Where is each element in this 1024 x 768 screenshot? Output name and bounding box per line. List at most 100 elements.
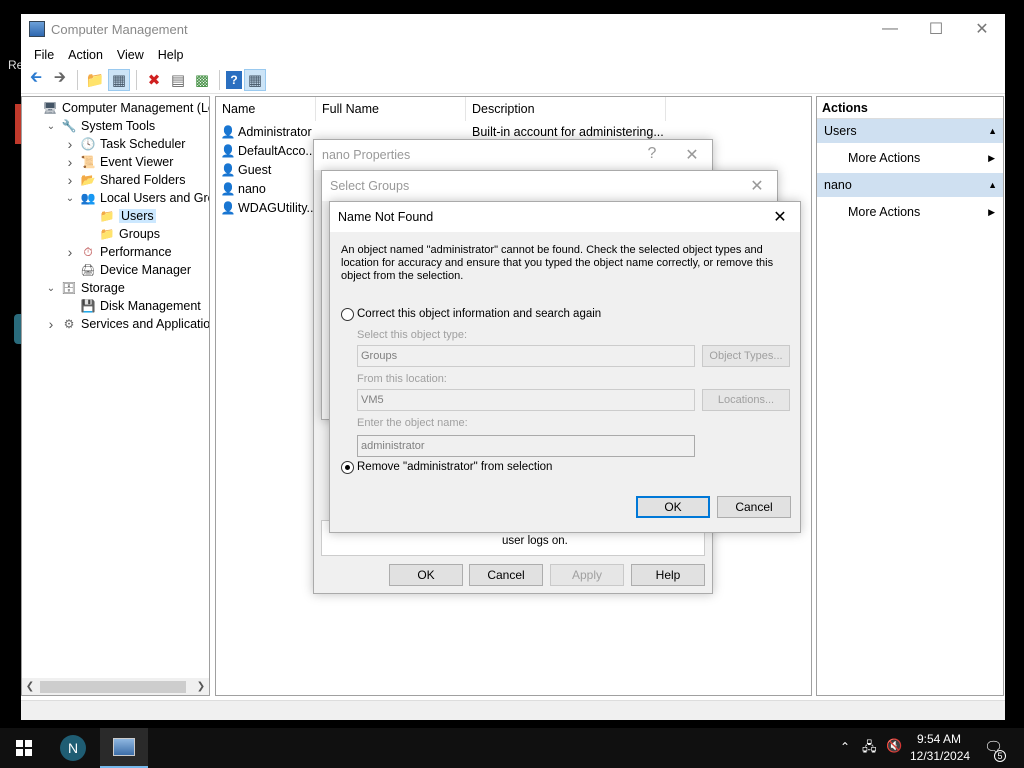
- tree-node[interactable]: ⌄ 🔧 System Tools: [45, 117, 155, 135]
- user-name-cell: WDAGUtility...: [238, 200, 317, 215]
- remove-object-radio[interactable]: [341, 461, 354, 474]
- chevron-down-icon[interactable]: ⌄: [45, 283, 57, 294]
- column-header-description[interactable]: Description: [466, 97, 666, 121]
- tree-node[interactable]: › 📂 Shared Folders: [64, 171, 186, 189]
- actions-section-users[interactable]: Users ▲: [817, 119, 1003, 143]
- tree-node-label: Services and Applications: [81, 317, 210, 331]
- user-icon: 👤: [220, 181, 236, 196]
- close-icon[interactable]: ✕: [760, 207, 800, 227]
- menu-help[interactable]: Help: [151, 48, 191, 62]
- clock-time[interactable]: 9:54 AM: [916, 732, 962, 746]
- help-icon[interactable]: ?: [226, 70, 242, 89]
- remove-object-label[interactable]: Remove "administrator" from selection: [357, 461, 552, 473]
- select-groups-title: Select Groups: [330, 179, 410, 193]
- network-icon[interactable]: 🖧: [862, 738, 877, 760]
- tree-node[interactable]: 📁 Groups: [83, 225, 160, 243]
- server-manager-taskbar-icon[interactable]: N: [60, 735, 86, 761]
- forward-arrow-icon[interactable]: 🡲: [49, 69, 71, 91]
- toolbar-separator: [136, 69, 137, 90]
- export-list-icon[interactable]: ▩: [191, 69, 213, 91]
- show-hide-tree-icon[interactable]: ▦: [108, 68, 130, 91]
- menu-file[interactable]: File: [27, 48, 61, 62]
- object-type-field: Groups: [357, 345, 695, 367]
- menu-bar: File Action View Help: [21, 44, 1005, 66]
- tree-node-label: Task Scheduler: [100, 137, 186, 151]
- correct-object-label[interactable]: Correct this object information and sear…: [357, 308, 601, 320]
- location-field: VM5: [357, 389, 695, 411]
- chevron-right-icon[interactable]: ›: [45, 316, 57, 332]
- tree-node[interactable]: › ⏱ Performance: [64, 243, 172, 261]
- tree-node[interactable]: 🖨 Device Manager: [64, 261, 191, 279]
- actions-header: Actions: [817, 97, 1003, 119]
- horizontal-scrollbar[interactable]: ❮ ❯: [22, 678, 209, 695]
- chevron-right-icon[interactable]: ›: [64, 154, 76, 170]
- chevron-down-icon[interactable]: ⌄: [45, 121, 57, 132]
- delete-icon[interactable]: ✖: [143, 69, 165, 91]
- help-button[interactable]: Help: [631, 564, 705, 586]
- scroll-right-icon[interactable]: ❯: [193, 681, 209, 692]
- users-icon: 👥: [80, 191, 96, 205]
- properties-icon[interactable]: ▤: [167, 69, 189, 91]
- column-header-full-name[interactable]: Full Name: [316, 97, 466, 121]
- clock-date[interactable]: 12/31/2024: [910, 749, 970, 763]
- scroll-left-icon[interactable]: ❮: [22, 681, 38, 692]
- tree-node-label: Disk Management: [100, 299, 201, 313]
- chevron-right-icon[interactable]: ›: [64, 136, 76, 152]
- computer-management-taskbar-icon[interactable]: [100, 728, 148, 768]
- up-folder-icon[interactable]: 📁: [84, 69, 106, 91]
- user-icon: 👤: [220, 124, 236, 139]
- start-button[interactable]: [0, 728, 48, 768]
- tree-node[interactable]: › ⚙ Services and Applications: [45, 315, 210, 333]
- tree-node[interactable]: 🖥 Computer Management (Local: [26, 99, 209, 117]
- correct-object-radio[interactable]: [341, 308, 354, 321]
- help-question-icon[interactable]: ?: [632, 145, 672, 165]
- toolbar-separator: [77, 69, 78, 90]
- user-name-cell: DefaultAcco...: [238, 143, 316, 158]
- close-icon[interactable]: ✕: [672, 145, 712, 165]
- tree-node[interactable]: 📁 Users: [83, 207, 156, 225]
- console-tree: 🖥 Computer Management (Local ⌄ 🔧 System Tool…: [21, 96, 210, 696]
- show-hidden-icons-icon[interactable]: ⌃: [840, 740, 850, 754]
- tree-node-label: Groups: [119, 227, 160, 241]
- locations-button[interactable]: Locations...: [702, 389, 790, 411]
- chevron-right-icon[interactable]: ›: [64, 172, 76, 188]
- cancel-button[interactable]: Cancel: [717, 496, 791, 518]
- menu-action[interactable]: Action: [61, 48, 110, 62]
- close-button[interactable]: ✕: [959, 14, 1005, 44]
- tree-node[interactable]: › 🕓 Task Scheduler: [64, 135, 186, 153]
- apply-button[interactable]: Apply: [550, 564, 624, 586]
- column-header-name[interactable]: Name: [216, 97, 316, 121]
- tree-node[interactable]: 💾 Disk Management: [64, 297, 201, 315]
- cancel-button[interactable]: Cancel: [469, 564, 543, 586]
- tree-node[interactable]: ⌄ 🗄 Storage: [45, 279, 125, 297]
- folder-icon: 📁: [99, 209, 115, 223]
- maximize-button[interactable]: ☐: [913, 14, 959, 44]
- actions-section-title: nano: [824, 178, 852, 192]
- volume-muted-icon[interactable]: 🔇: [886, 738, 902, 754]
- tree-node[interactable]: ⌄ 👥 Local Users and Groups: [64, 189, 209, 207]
- scrollbar-thumb[interactable]: [40, 680, 186, 693]
- close-icon[interactable]: ✕: [737, 176, 777, 196]
- title-bar: Computer Management — ☐ ✕: [21, 14, 1005, 44]
- toolbar-separator: [219, 69, 220, 90]
- tools-icon: 🔧: [61, 119, 77, 133]
- ok-button[interactable]: OK: [389, 564, 463, 586]
- chevron-right-icon[interactable]: ›: [64, 244, 76, 260]
- actions-section-nano[interactable]: nano ▲: [817, 173, 1003, 197]
- ok-button[interactable]: OK: [636, 496, 710, 518]
- membership-note: user logs on.: [502, 535, 568, 547]
- object-types-button[interactable]: Object Types...: [702, 345, 790, 367]
- menu-view[interactable]: View: [110, 48, 151, 62]
- collapse-icon[interactable]: ▲: [988, 180, 997, 190]
- show-action-pane-icon[interactable]: ▦: [244, 68, 266, 91]
- submenu-arrow-icon: ▶: [988, 152, 995, 163]
- chevron-down-icon[interactable]: ⌄: [64, 193, 76, 204]
- collapse-icon[interactable]: ▲: [988, 126, 997, 136]
- tree-node[interactable]: › 📜 Event Viewer: [64, 153, 174, 171]
- more-actions-users[interactable]: More Actions ▶: [817, 143, 1003, 173]
- minimize-button[interactable]: —: [867, 14, 913, 44]
- back-arrow-icon[interactable]: 🡰: [25, 69, 47, 91]
- tree-node-label: Local Users and Groups: [100, 191, 209, 205]
- more-actions-nano[interactable]: More Actions ▶: [817, 197, 1003, 227]
- tree-node-label: Performance: [100, 245, 172, 259]
